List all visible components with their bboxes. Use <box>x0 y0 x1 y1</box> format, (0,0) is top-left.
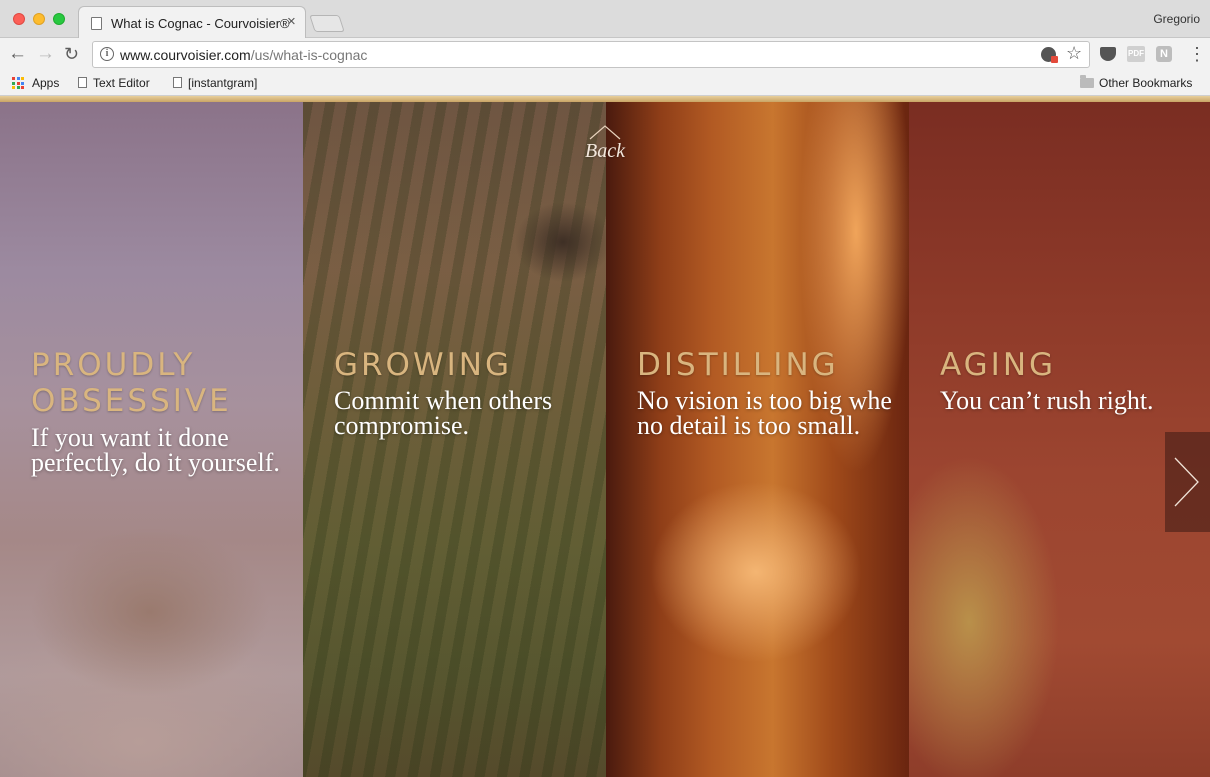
bookmark-star-icon[interactable]: ☆ <box>1066 43 1082 64</box>
extension-blocked-icon[interactable] <box>1041 47 1058 63</box>
browser-toolbar: ← → ↻ i www.courvoisier.com/us/what-is-c… <box>0 38 1210 71</box>
folder-icon <box>1080 75 1094 88</box>
active-tab[interactable]: What is Cognac - Courvoisier® × <box>78 6 306 39</box>
panel-growing[interactable]: GROWING Commit when others compromise. <box>303 102 606 777</box>
other-bookmarks[interactable]: Other Bookmarks <box>1080 75 1192 90</box>
tab-close-icon[interactable]: × <box>287 13 296 30</box>
panel-tagline: Commit when others compromise. <box>334 386 553 440</box>
page-icon <box>173 77 182 88</box>
cognac-panels: PROUDLY OBSESSIVE If you want it done pe… <box>0 102 1210 777</box>
next-slide-button[interactable] <box>1165 432 1210 532</box>
profile-name[interactable]: Gregorio <box>1153 12 1200 26</box>
panel-distilling[interactable]: DISTILLING No vision is too big whe no d… <box>606 102 909 777</box>
new-tab-button[interactable] <box>309 15 345 32</box>
zoom-window-button[interactable] <box>53 13 65 25</box>
panel-heading: DISTILLING <box>637 347 839 383</box>
back-link[interactable]: Back <box>560 124 650 163</box>
menu-dots-icon[interactable]: ⋮ <box>1188 43 1206 65</box>
browser-tab-bar: What is Cognac - Courvoisier® × Gregorio <box>0 0 1210 39</box>
bookmarks-bar: Apps Text Editor [instantgram] Other Boo… <box>0 71 1210 96</box>
bookmark-instantgram[interactable]: [instantgram] <box>173 76 257 90</box>
minimize-window-button[interactable] <box>33 13 45 25</box>
panel-tagline: You can’t rush right. <box>940 386 1154 415</box>
panel-proudly-obsessive[interactable]: PROUDLY OBSESSIVE If you want it done pe… <box>0 102 303 777</box>
info-icon[interactable]: i <box>100 47 114 61</box>
panel-heading: GROWING <box>334 347 512 383</box>
chevron-right-icon <box>1174 457 1199 507</box>
url-text[interactable]: www.courvoisier.com/us/what-is-cognac <box>120 47 367 63</box>
panel-tagline: No vision is too big whe no detail is to… <box>637 386 892 440</box>
panel-heading: AGING <box>940 347 1057 383</box>
apps-grid-icon <box>12 77 24 89</box>
close-window-button[interactable] <box>13 13 25 25</box>
extension-n-icon[interactable]: N <box>1156 46 1172 62</box>
panel-heading: PROUDLY OBSESSIVE <box>31 347 232 419</box>
panel-tagline: If you want it done perfectly, do it you… <box>31 423 280 477</box>
pocket-icon[interactable] <box>1100 47 1116 61</box>
pdf-icon[interactable]: PDF <box>1127 46 1145 62</box>
tab-title: What is Cognac - Courvoisier® <box>111 16 290 31</box>
bookmark-apps[interactable]: Apps <box>32 76 59 90</box>
page-icon <box>91 17 102 30</box>
forward-arrow-icon[interactable]: → <box>36 43 55 65</box>
bookmark-text-editor[interactable]: Text Editor <box>78 76 150 90</box>
address-bar[interactable]: i www.courvoisier.com/us/what-is-cognac … <box>92 41 1090 68</box>
chevron-up-icon <box>589 125 621 140</box>
reload-icon[interactable]: ↻ <box>64 43 79 65</box>
back-label: Back <box>585 140 625 162</box>
page-icon <box>78 77 87 88</box>
back-arrow-icon[interactable]: ← <box>8 43 27 65</box>
